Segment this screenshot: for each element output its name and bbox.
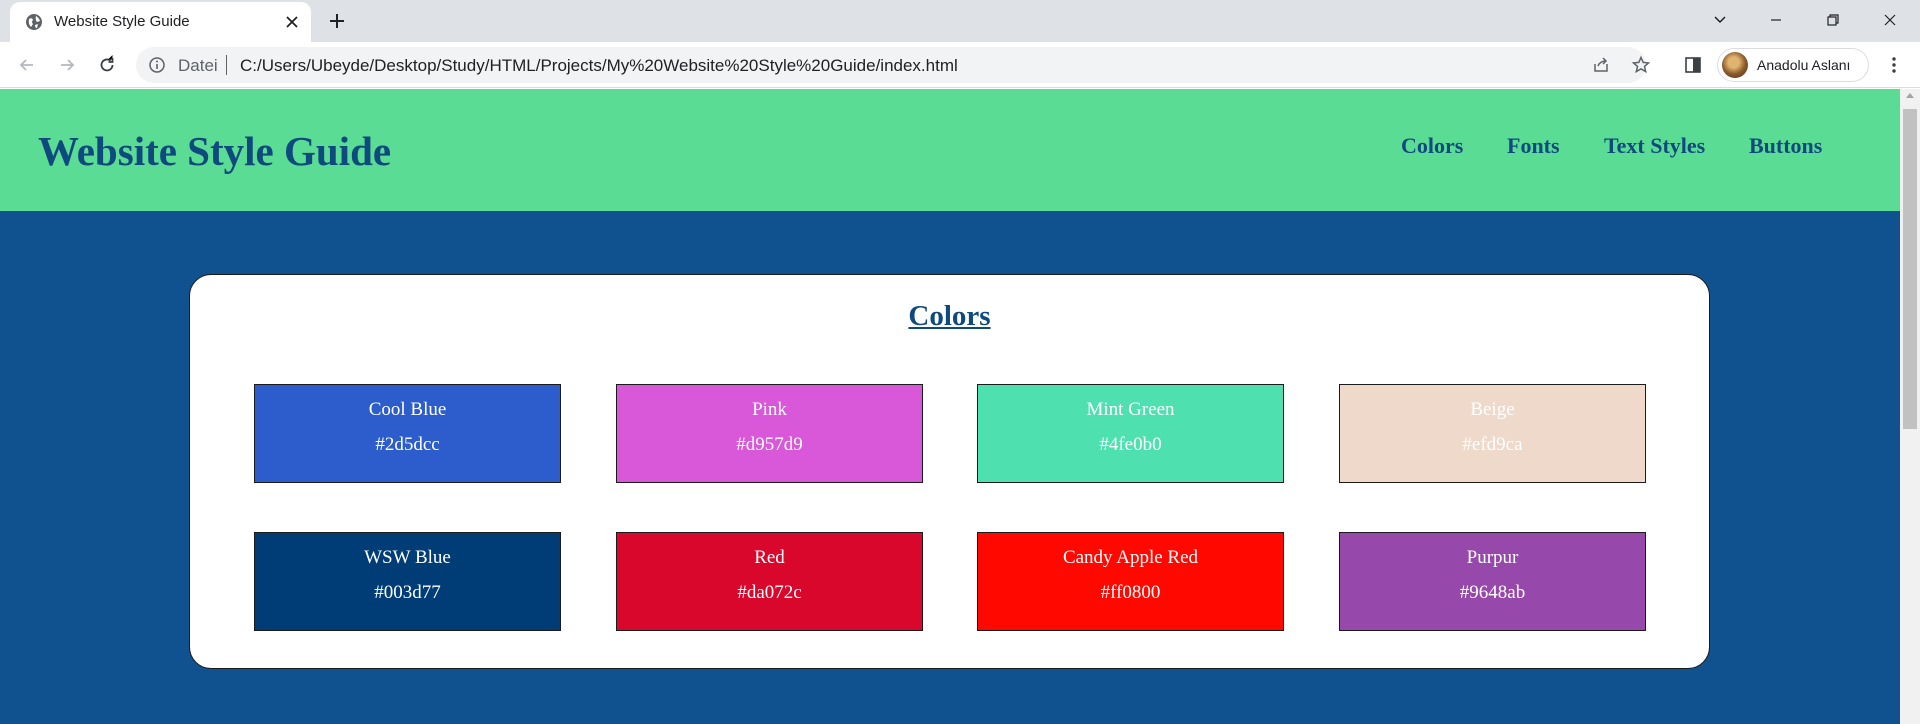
swatch-hex: #efd9ca <box>1462 434 1523 455</box>
forward-button[interactable] <box>55 53 79 77</box>
reload-icon <box>100 55 114 72</box>
site-header: Website Style Guide Colors Fonts Text St… <box>0 89 1900 211</box>
restore-icon <box>1827 14 1839 26</box>
color-swatch-red: Red #da072c <box>616 532 923 631</box>
close-tab-icon[interactable] <box>282 12 302 32</box>
page-scrollbar[interactable] <box>1900 89 1920 724</box>
section-title: Colors <box>908 300 991 332</box>
back-button[interactable] <box>15 53 39 77</box>
color-swatch-cool-blue: Cool Blue #2d5dcc <box>254 384 561 483</box>
swatch-name: Candy Apple Red <box>1062 547 1199 568</box>
swatch-name: Red <box>754 547 785 568</box>
page-viewport: Website Style Guide Colors Fonts Text St… <box>0 89 1900 724</box>
url-text[interactable]: C:/Users/Ubeyde/Desktop/Study/HTML/Proje… <box>240 56 958 76</box>
close-window-button[interactable] <box>1862 0 1918 40</box>
swatch-name: Cool Blue <box>368 399 447 420</box>
browser-tab[interactable]: Website Style Guide <box>10 2 311 42</box>
site-title: Website Style Guide <box>38 128 392 174</box>
new-tab-icon[interactable] <box>326 10 348 32</box>
tab-search-button[interactable] <box>1692 0 1748 40</box>
close-icon <box>1884 14 1896 26</box>
swatch-hex: #003d77 <box>374 582 441 603</box>
minimize-button[interactable] <box>1748 0 1804 40</box>
color-swatch-mint-green: Mint Green #4fe0b0 <box>977 384 1284 483</box>
chevron-down-icon <box>1714 16 1726 24</box>
swatch-hex: #ff0800 <box>1100 582 1161 603</box>
swatch-hex: #4fe0b0 <box>1099 434 1162 455</box>
url-scheme-label: Datei <box>178 56 218 75</box>
tab-title: Website Style Guide <box>54 13 190 30</box>
swatch-hex: #da072c <box>737 582 802 603</box>
swatch-hex: #2d5dcc <box>375 434 440 455</box>
nav-link-buttons[interactable]: Buttons <box>1749 133 1822 159</box>
swatch-hex: #d957d9 <box>736 434 803 455</box>
more-menu-icon[interactable] <box>1884 55 1904 75</box>
minimize-icon <box>1771 19 1781 21</box>
swatch-name: WSW Blue <box>364 547 451 568</box>
scrollbar-thumb[interactable] <box>1903 109 1917 429</box>
address-bar[interactable]: Datei C:/Users/Ubeyde/Desktop/Study/HTML… <box>136 47 1651 83</box>
globe-icon <box>26 14 42 30</box>
nav-link-text-styles[interactable]: Text Styles <box>1604 133 1705 159</box>
browser-toolbar: Datei C:/Users/Ubeyde/Desktop/Study/HTML… <box>0 42 1920 88</box>
url-divider <box>226 55 227 75</box>
star-icon[interactable] <box>1631 55 1651 75</box>
color-swatch-beige: Beige #efd9ca <box>1339 384 1646 483</box>
swatch-name: Mint Green <box>1086 399 1175 420</box>
restore-button[interactable] <box>1805 0 1861 40</box>
color-swatch-purpur: Purpur #9648ab <box>1339 532 1646 631</box>
swatch-name: Purpur <box>1466 547 1519 568</box>
color-swatch-pink: Pink #d957d9 <box>616 384 923 483</box>
profile-button[interactable]: Anadolu Aslanı <box>1717 48 1869 82</box>
nav-link-colors[interactable]: Colors <box>1401 133 1463 159</box>
swatch-name: Pink <box>752 399 787 420</box>
color-swatch-wsw-blue: WSW Blue #003d77 <box>254 532 561 631</box>
swatch-name: Beige <box>1470 399 1515 420</box>
browser-tabstrip: Website Style Guide <box>0 0 1920 42</box>
side-panel-icon[interactable] <box>1683 55 1703 75</box>
swatch-hex: #9648ab <box>1459 582 1526 603</box>
info-icon[interactable] <box>148 56 166 74</box>
reload-button[interactable] <box>95 53 119 77</box>
colors-section: Colors Cool Blue #2d5dcc Pink #d957d9 Mi… <box>189 274 1710 669</box>
share-icon[interactable] <box>1591 55 1611 75</box>
profile-name: Anadolu Aslanı <box>1757 57 1851 73</box>
arrow-right-icon <box>61 59 75 71</box>
arrow-left-icon <box>19 59 33 71</box>
nav-link-fonts[interactable]: Fonts <box>1507 133 1560 159</box>
avatar <box>1722 52 1748 78</box>
scroll-up-arrow-icon[interactable] <box>1906 93 1914 98</box>
color-swatch-candy-apple-red: Candy Apple Red #ff0800 <box>977 532 1284 631</box>
